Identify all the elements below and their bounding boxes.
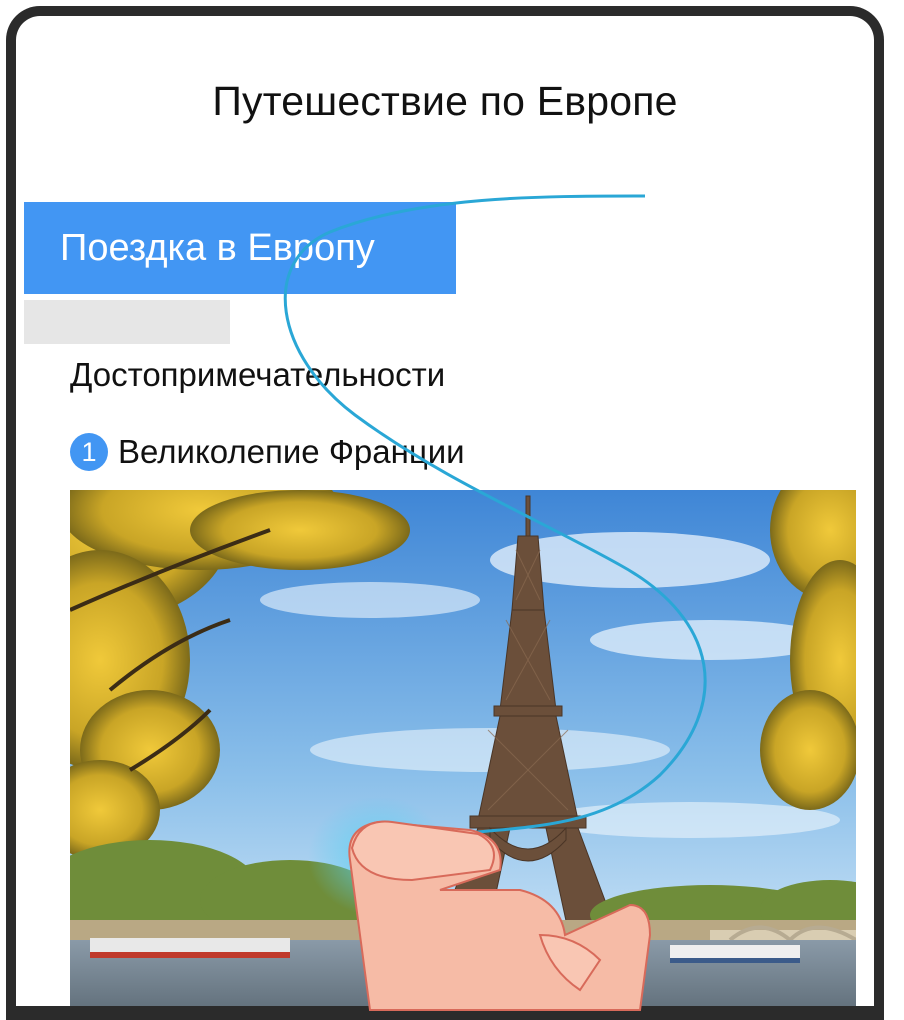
number-badge-icon: 1 bbox=[70, 433, 108, 471]
photo-illustration bbox=[70, 490, 856, 1006]
section-heading: Достопримечательности bbox=[70, 356, 446, 393]
eiffel-tower-photo bbox=[70, 490, 856, 1006]
frame-bottom bbox=[6, 1006, 884, 1020]
page-title: Путешествие по Европе bbox=[212, 78, 678, 124]
tab-europe-trip[interactable]: Поездка в Европу bbox=[24, 202, 456, 294]
list-item-label: Великолепие Франции bbox=[118, 433, 465, 470]
list-item[interactable]: 1 Великолепие Франции bbox=[70, 428, 465, 476]
phone-frame: Путешествие по Европе Поездка в Европу Д… bbox=[6, 6, 884, 1006]
placeholder-bar bbox=[24, 300, 230, 344]
